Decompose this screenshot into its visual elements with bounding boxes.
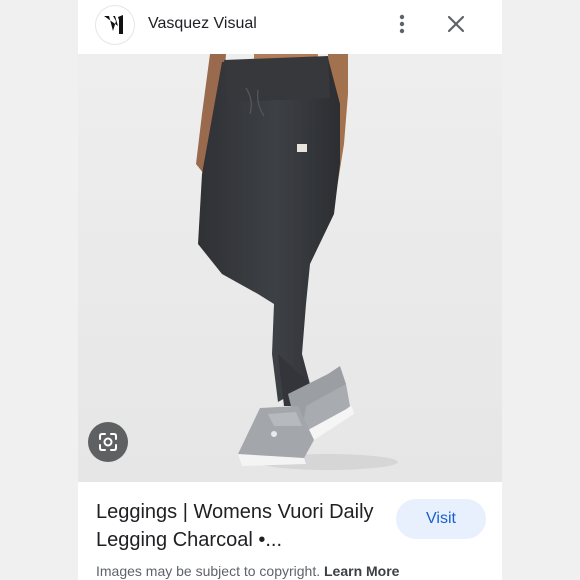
more-options-button[interactable]	[388, 10, 416, 38]
visit-button[interactable]: Visit	[396, 499, 486, 539]
product-image[interactable]	[78, 54, 502, 482]
lens-search-icon	[99, 433, 117, 451]
site-logo[interactable]	[96, 6, 134, 44]
site-logo-mark	[104, 15, 123, 34]
page: Vasquez Visual Leggings | Womens Vuori D…	[0, 0, 580, 580]
copyright-text: Images may be subject to copyright.	[96, 563, 321, 579]
close-icon	[447, 15, 465, 33]
copyright-notice: Images may be subject to copyright. Lear…	[96, 563, 399, 579]
more-vert-icon	[399, 14, 405, 34]
left-margin	[0, 0, 78, 580]
right-margin	[502, 0, 580, 580]
lens-search-button[interactable]	[88, 422, 128, 462]
preview-header: Vasquez Visual	[78, 0, 502, 54]
learn-more-link[interactable]: Learn More	[324, 563, 399, 579]
site-name[interactable]: Vasquez Visual	[148, 15, 257, 33]
leggings-photo	[78, 54, 502, 482]
close-button[interactable]	[442, 10, 470, 38]
result-title[interactable]: Leggings | Womens Vuori Daily Legging Ch…	[96, 498, 392, 554]
image-preview-panel: Vasquez Visual Leggings | Womens Vuori D…	[78, 0, 502, 580]
